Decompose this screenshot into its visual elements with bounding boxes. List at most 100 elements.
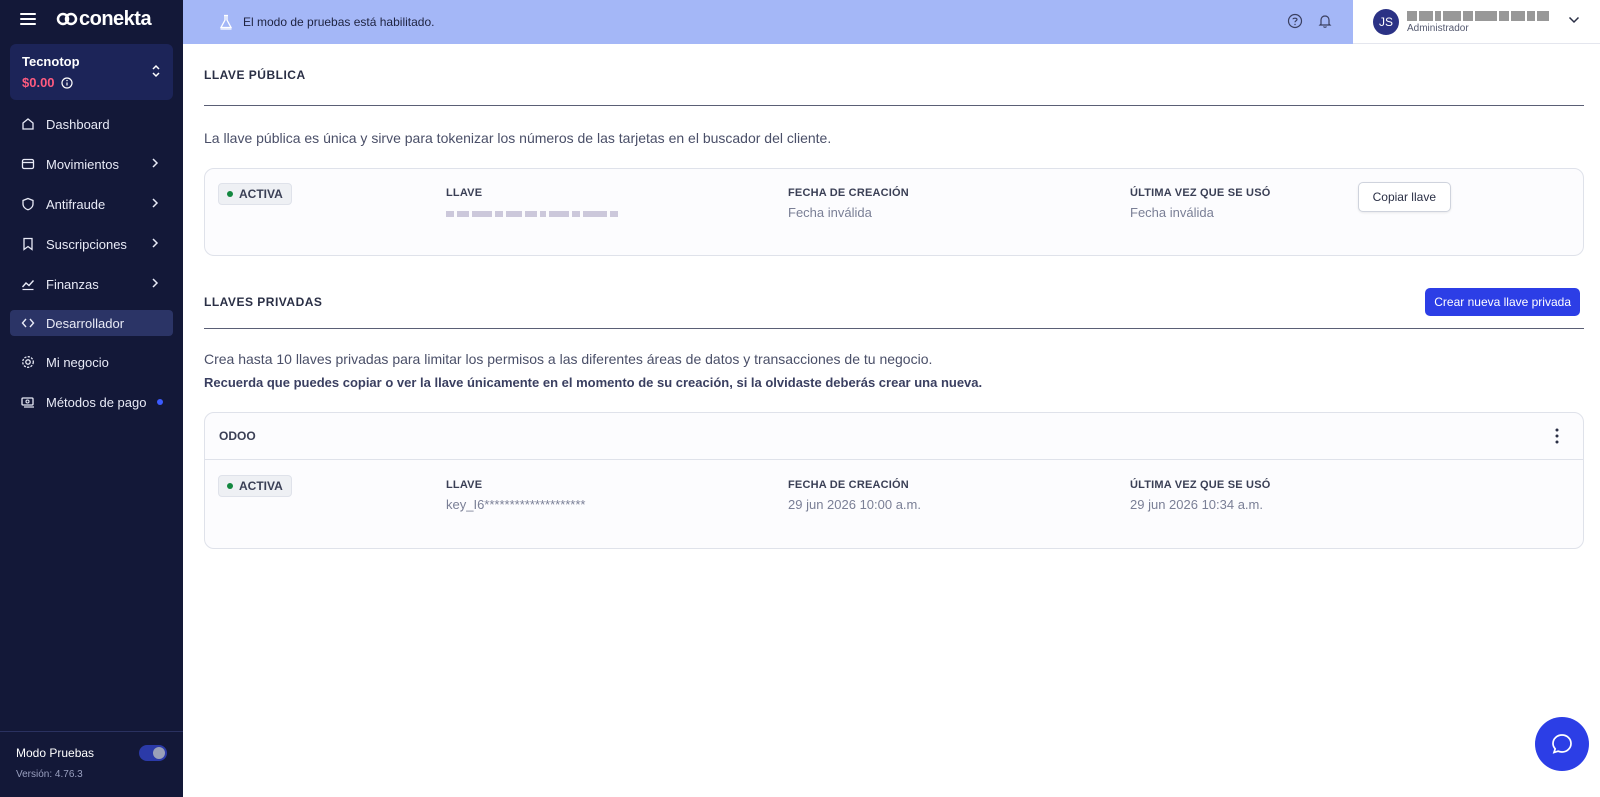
create-private-key-button[interactable]: Crear nueva llave privada	[1425, 287, 1580, 316]
user-info: Administrador	[1407, 10, 1549, 34]
sidebar-item-label: Suscripciones	[46, 236, 127, 252]
sidebar-item-suscripciones[interactable]: Suscripciones	[10, 224, 173, 264]
sidebar-item-label: Métodos de pago	[46, 394, 147, 410]
home-icon	[20, 116, 36, 132]
more-options-icon[interactable]	[1555, 428, 1559, 444]
menu-icon[interactable]	[20, 13, 36, 25]
sidebar-item-dashboard[interactable]: Dashboard	[10, 104, 173, 144]
test-mode-banner: El modo de pruebas está habilitado.	[183, 0, 1353, 44]
chevron-right-icon	[152, 198, 159, 208]
public-key-value-column: LLAVE	[446, 187, 618, 219]
status-dot	[227, 191, 233, 197]
test-mode-text: El modo de pruebas está habilitado.	[243, 15, 435, 29]
private-keys-warning: Recuerda que puedes copiar o ver la llav…	[204, 375, 983, 390]
sidebar-nav: Dashboard Movimientos Antifraude Suscrip…	[0, 104, 183, 422]
sidebar-item-label: Mi negocio	[46, 354, 109, 370]
balance-value: $0.00	[22, 75, 55, 90]
public-key-last-used-column: ÚLTIMA VEZ QUE SE USÓ Fecha inválida	[1130, 187, 1271, 220]
version-text: Versión: 4.76.3	[16, 769, 83, 780]
public-key-header: LLAVE PÚBLICA	[204, 44, 1584, 106]
topbar-icons	[1287, 13, 1333, 29]
bookmark-icon	[20, 236, 36, 252]
info-icon[interactable]	[60, 76, 73, 89]
sidebar-item-desarrollador[interactable]: Desarrollador	[10, 310, 173, 336]
conekta-logo[interactable]: conekta	[56, 7, 152, 31]
last-used-value: Fecha inválida	[1130, 205, 1214, 220]
notification-dot	[157, 399, 163, 405]
wallet-icon	[20, 156, 36, 172]
bell-icon[interactable]	[1317, 13, 1333, 29]
private-keys-section: LLAVES PRIVADAS Crear nueva llave privad…	[204, 275, 1584, 549]
private-keys-description: Crea hasta 10 llaves privadas para limit…	[204, 351, 933, 367]
last-used-label: ÚLTIMA VEZ QUE SE USÓ	[1130, 479, 1271, 491]
sidebar-footer: Modo Pruebas Versión: 4.76.3	[0, 731, 183, 797]
sidebar-item-label: Antifraude	[46, 196, 106, 212]
key-value: key_I6********************	[446, 497, 586, 512]
private-key-name: ODOO	[219, 429, 256, 443]
code-icon	[20, 315, 36, 331]
public-key-title: LLAVE PÚBLICA	[204, 67, 306, 82]
chevron-updown-icon	[152, 64, 160, 78]
sidebar-item-antifraude[interactable]: Antifraude	[10, 184, 173, 224]
main-content: LLAVE PÚBLICA La llave pública es única …	[204, 44, 1584, 549]
private-keys-header: LLAVES PRIVADAS Crear nueva llave privad…	[204, 275, 1584, 329]
flask-icon	[219, 14, 233, 30]
logo-text: conekta	[79, 7, 152, 30]
created-label: FECHA DE CREACIÓN	[788, 187, 909, 199]
shield-icon	[20, 196, 36, 212]
private-key-card-header: ODOO	[205, 413, 1583, 460]
status-badge: ACTIVA	[218, 475, 292, 497]
account-name: Tecnotop	[22, 54, 80, 69]
sidebar-item-movimientos[interactable]: Movimientos	[10, 144, 173, 184]
status-text: ACTIVA	[239, 187, 283, 201]
status-dot	[227, 483, 233, 489]
created-label: FECHA DE CREACIÓN	[788, 479, 909, 491]
sidebar-item-finanzas[interactable]: Finanzas	[10, 264, 173, 304]
sidebar-item-label: Movimientos	[46, 156, 119, 172]
help-icon[interactable]	[1287, 13, 1303, 29]
public-key-description: La llave pública es única y sirve para t…	[204, 130, 832, 146]
chart-line-icon	[20, 276, 36, 292]
payment-icon	[20, 394, 36, 410]
copy-key-button[interactable]: Copiar llave	[1357, 182, 1451, 212]
user-role: Administrador	[1407, 22, 1469, 34]
avatar: JS	[1373, 8, 1399, 35]
conekta-logo-icon	[56, 12, 78, 26]
created-value: Fecha inválida	[788, 205, 872, 220]
account-switcher[interactable]: Tecnotop $0.00	[10, 44, 173, 100]
private-keys-title: LLAVES PRIVADAS	[204, 294, 323, 309]
sidebar-header: conekta	[0, 0, 183, 38]
public-key-card: ACTIVA LLAVE FECHA DE CREACIÓN Fecha inv…	[204, 168, 1584, 256]
private-key-card: ODOO ACTIVA LLAVE key_I6****************…	[204, 412, 1584, 549]
private-key-created-column: FECHA DE CREACIÓN 29 jun 2026 10:00 a.m.	[788, 479, 921, 512]
test-mode-label: Modo Pruebas	[16, 746, 95, 760]
test-mode-toggle[interactable]	[139, 745, 167, 761]
status-text: ACTIVA	[239, 479, 283, 493]
test-mode-row: Modo Pruebas	[16, 745, 167, 761]
key-label: LLAVE	[446, 187, 483, 199]
sidebar-item-metodos-de-pago[interactable]: Métodos de pago	[10, 382, 173, 422]
gear-icon	[20, 354, 36, 370]
status-badge: ACTIVA	[218, 183, 292, 205]
public-key-redacted	[446, 209, 618, 219]
private-key-value-column: LLAVE key_I6********************	[446, 479, 585, 512]
last-used-value: 29 jun 2026 10:34 a.m.	[1130, 497, 1263, 512]
sidebar-item-mi-negocio[interactable]: Mi negocio	[10, 342, 173, 382]
user-menu[interactable]: JS Administrador	[1353, 0, 1600, 44]
user-name-redacted	[1407, 10, 1549, 22]
sidebar-item-label: Finanzas	[46, 276, 99, 292]
created-value: 29 jun 2026 10:00 a.m.	[788, 497, 921, 512]
public-key-created-column: FECHA DE CREACIÓN Fecha inválida	[788, 187, 909, 220]
sidebar-item-label: Desarrollador	[46, 315, 125, 331]
public-key-section: LLAVE PÚBLICA La llave pública es única …	[204, 44, 1584, 256]
sidebar: conekta Tecnotop $0.00 Dashboard Movimie…	[0, 0, 183, 797]
chevron-down-icon	[1568, 16, 1580, 24]
chevron-right-icon	[152, 158, 159, 168]
sidebar-item-label: Dashboard	[46, 116, 110, 132]
chevron-right-icon	[152, 278, 159, 288]
chevron-right-icon	[152, 238, 159, 248]
chat-bubble-icon	[1552, 734, 1572, 754]
last-used-label: ÚLTIMA VEZ QUE SE USÓ	[1130, 187, 1271, 199]
private-key-last-used-column: ÚLTIMA VEZ QUE SE USÓ 29 jun 2026 10:34 …	[1130, 479, 1271, 512]
chat-button[interactable]	[1535, 717, 1589, 771]
